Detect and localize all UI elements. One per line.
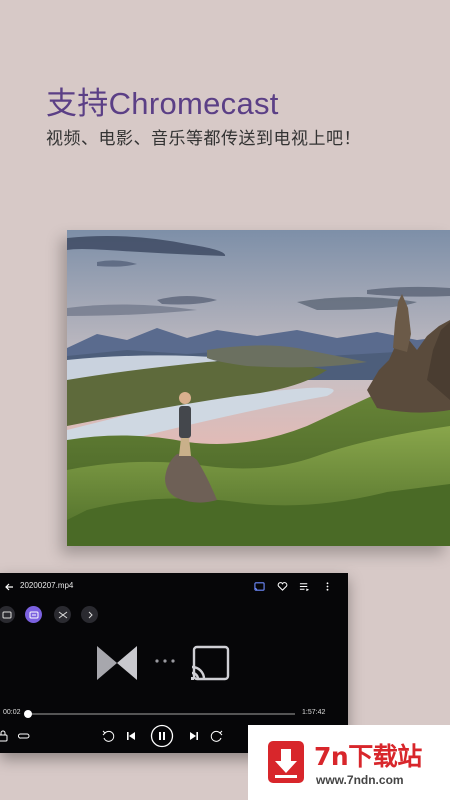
forward-10-icon[interactable] — [210, 729, 224, 743]
file-name: 20200207.mp4 — [20, 581, 74, 590]
more-icon[interactable] — [322, 581, 333, 592]
shuffle-icon — [58, 611, 67, 618]
repeat-icon[interactable] — [17, 729, 31, 743]
screenshot-icon — [2, 611, 11, 618]
lock-icon[interactable] — [0, 729, 10, 743]
seek-bar[interactable] — [23, 710, 295, 718]
player-top-bar: 20200207.mp4 — [0, 573, 348, 601]
playlist-icon[interactable] — [299, 581, 310, 592]
subtitle-icon — [29, 611, 38, 618]
screenshot-chip[interactable] — [0, 606, 15, 623]
next-icon[interactable] — [187, 729, 201, 743]
rewind-10-icon[interactable] — [101, 729, 115, 743]
promo-subtitle: 视频、电影、音乐等都传送到电视上吧！ — [46, 129, 361, 149]
connecting-dots-icon — [155, 659, 175, 663]
chevron-right-icon — [88, 611, 93, 618]
site-watermark: 7n下载站 www.7ndn.com — [248, 725, 450, 800]
download-arrow-icon — [268, 741, 304, 783]
landscape-photo — [67, 230, 450, 546]
subtitle-chip[interactable] — [25, 606, 42, 623]
pause-button[interactable] — [150, 724, 174, 748]
watermark-url: www.7ndn.com — [316, 773, 404, 787]
previous-icon[interactable] — [124, 729, 138, 743]
heart-icon[interactable] — [277, 581, 288, 592]
current-time: 00:02 — [3, 709, 21, 716]
total-time: 1:57:42 — [302, 709, 326, 716]
back-arrow-icon[interactable] — [4, 582, 14, 592]
shuffle-chip[interactable] — [54, 606, 71, 623]
player-logo-icon — [97, 646, 137, 680]
cast-device-icon — [191, 645, 230, 681]
promo-title: 支持Chromecast — [46, 86, 279, 121]
cast-icon[interactable] — [254, 581, 265, 592]
seek-bar-thumb[interactable] — [23, 710, 32, 718]
watermark-name: 7n下载站 — [314, 742, 422, 771]
more-options-chip[interactable] — [81, 606, 98, 623]
